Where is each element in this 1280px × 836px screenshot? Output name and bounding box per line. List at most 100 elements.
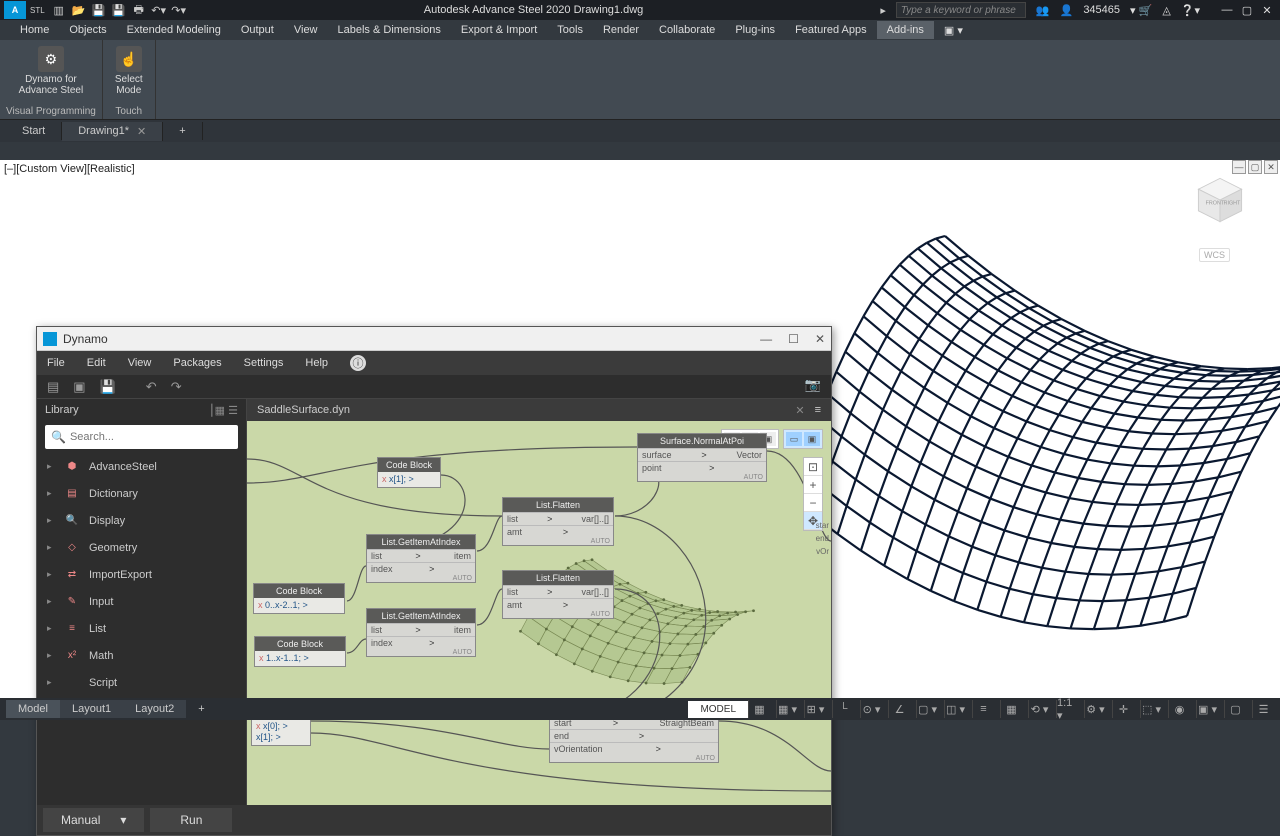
grid2-icon[interactable]: ▦ ▾ [776,700,798,718]
restore-icon[interactable]: ▢ [1238,4,1256,17]
dynamo-menu-help[interactable]: Help [305,357,328,369]
node-code-block-3[interactable]: Code Block x 1..x-1..1; > [254,636,346,667]
menu-add-ins[interactable]: Add-ins [877,21,934,39]
dynamo-menu-edit[interactable]: Edit [87,357,106,369]
library-category-importexport[interactable]: ▸⇄ImportExport [37,561,246,588]
angle-icon[interactable]: ∠ [888,700,910,718]
zoom-in-icon[interactable]: + [804,476,822,494]
undo-icon[interactable]: ↶ [146,379,157,395]
close-icon[interactable]: ✕ [1258,4,1276,17]
menu-view[interactable]: View [284,21,328,39]
library-view-icons[interactable]: ⎮▦ ☰ [209,404,238,417]
dynamo-titlebar[interactable]: Dynamo — ☐ ✕ [37,327,831,351]
snap-icon[interactable]: ⊞ ▾ [804,700,826,718]
hwacc-icon[interactable]: ▣ ▾ [1196,700,1218,718]
viewport[interactable]: — ▢ ✕ FRONT RIGHT WCS Dynamo — ☐ ✕ File E… [0,160,1280,698]
new-document-button[interactable]: + [163,122,202,140]
dynamo-window[interactable]: Dynamo — ☐ ✕ File Edit View Packages Setting… [36,326,832,836]
menu-plug-ins[interactable]: Plug-ins [725,21,785,39]
geom2-icon[interactable]: ▣ [804,432,820,446]
saveas-icon[interactable]: 💾 [111,2,127,18]
dynamo-menu-view[interactable]: View [128,357,152,369]
menu-extended-modeling[interactable]: Extended Modeling [117,21,231,39]
dynamo-maximize-icon[interactable]: ☐ [788,332,799,346]
transparency-icon[interactable]: ▦ [1000,700,1022,718]
view-cube[interactable]: FRONT RIGHT [1190,170,1250,230]
undo-icon[interactable]: ↶▾ [151,2,167,18]
screenshot-icon[interactable]: 📷 [805,377,821,393]
file-options-icon[interactable]: ✕≡ [795,404,821,417]
node-code-block-2[interactable]: Code Block x 0..x-2..1; > [253,583,345,614]
node-list-getitematindex-2[interactable]: List.GetItemAtIndex list>item index> AUT… [366,608,476,657]
menu-render[interactable]: Render [593,21,649,39]
zoom-out-icon[interactable]: − [804,494,822,512]
dynamo-menu-settings[interactable]: Settings [244,357,284,369]
library-category-dictionary[interactable]: ▸▤Dictionary [37,480,246,507]
print-icon[interactable]: 🖶 [131,2,147,18]
node-list-flatten-2[interactable]: List.Flatten list>var[]..[] amt> AUTO [502,570,614,619]
dynamo-canvas[interactable]: ◫▭▣ ▭▣ ⊡ + − ✥ starendvOr Code Block x x… [247,421,831,805]
viewport-label[interactable]: [–][Custom View][Realistic] [4,163,135,175]
minimize-icon[interactable]: — [1218,4,1236,17]
menu-featured-apps[interactable]: Featured Apps [785,21,877,39]
menu-collaborate[interactable]: Collaborate [649,21,725,39]
dynamo-close-icon[interactable]: ✕ [815,332,825,346]
signin-icon[interactable]: 👥 [1036,4,1050,17]
scale-icon[interactable]: 1:1 ▾ [1056,700,1078,718]
dynamo-menu-file[interactable]: File [47,357,65,369]
new-file-icon[interactable]: ▤ [47,379,59,395]
geom-preview-icon[interactable]: ▭ [786,432,802,446]
user-name[interactable]: 345465 [1083,4,1120,16]
clean-icon[interactable]: ▢ [1224,700,1246,718]
library-category-display[interactable]: ▸🔍Display [37,507,246,534]
annoscale-icon[interactable]: ✛ [1112,700,1134,718]
units-icon[interactable]: ⬚ ▾ [1140,700,1162,718]
keyword-search[interactable]: Type a keyword or phrase [896,2,1026,18]
ribbon-select-mode-button[interactable]: ☝SelectMode [109,44,149,98]
custom-icon[interactable]: ☰ [1252,700,1274,718]
library-category-input[interactable]: ▸✎Input [37,588,246,615]
menu-home[interactable]: Home [10,21,59,39]
node-list-flatten-1[interactable]: List.Flatten list>var[]..[] amt> AUTO [502,497,614,546]
dynamo-file-tab[interactable]: SaddleSurface.dyn ✕≡ [247,399,831,421]
node-code-block-1[interactable]: Code Block x x[1]; > [377,457,441,488]
add-layout-button[interactable]: + [186,700,216,718]
cart-icon[interactable]: ▾ 🛒 [1130,4,1152,17]
library-category-script[interactable]: ▸Script [37,669,246,696]
library-category-math[interactable]: ▸x²Math [37,642,246,669]
dynamo-minimize-icon[interactable]: — [760,332,772,346]
new-icon[interactable]: ▥ [51,2,67,18]
vp-restore-icon[interactable]: ▢ [1248,160,1262,174]
run-mode-dropdown[interactable]: Manual▾ [43,808,144,832]
ribbon-dynamo-for-advance-steel-button[interactable]: ⚙Dynamo forAdvance Steel [13,44,90,98]
library-category-list[interactable]: ▸≡List [37,615,246,642]
app-icon[interactable]: ◬ [1162,4,1170,17]
open-file-icon[interactable]: ▣ [73,379,85,395]
doc-tab-drawing1[interactable]: Drawing1*✕ [62,122,163,141]
library-category-advancesteel[interactable]: ▸⬢AdvanceSteel [37,453,246,480]
osnap-icon[interactable]: ▢ ▾ [916,700,938,718]
polar-icon[interactable]: ⊙ ▾ [860,700,882,718]
help-icon[interactable]: ❔▾ [1181,4,1200,17]
dynamo-menu-packages[interactable]: Packages [173,357,221,369]
dynamo-info-icon[interactable]: ⓘ [350,355,366,371]
save-file-icon[interactable]: 💾 [100,379,116,395]
layout-tab-model[interactable]: Model [6,700,60,718]
menu-export-import[interactable]: Export & Import [451,21,547,39]
run-button[interactable]: Run [150,808,232,832]
wcs-label[interactable]: WCS [1199,248,1230,262]
node-list-getitematindex-1[interactable]: List.GetItemAtIndex list>item index> AUT… [366,534,476,583]
lineweight-icon[interactable]: ≡ [972,700,994,718]
isolate-icon[interactable]: ◉ [1168,700,1190,718]
node-surface-normal[interactable]: Surface.NormalAtPoi surface>Vector point… [637,433,767,482]
save-icon[interactable]: 💾 [91,2,107,18]
vp-close-icon[interactable]: ✕ [1264,160,1278,174]
library-search-input[interactable] [70,431,232,443]
menu-overflow[interactable]: ▣ ▾ [934,21,973,40]
layout-tab-layout1[interactable]: Layout1 [60,700,123,718]
layout-tab-layout2[interactable]: Layout2 [123,700,186,718]
arrow-icon[interactable]: ▸ [880,4,886,17]
menu-objects[interactable]: Objects [59,21,116,39]
vp-minimize-icon[interactable]: — [1232,160,1246,174]
redo-icon[interactable]: ↷ [171,379,182,395]
